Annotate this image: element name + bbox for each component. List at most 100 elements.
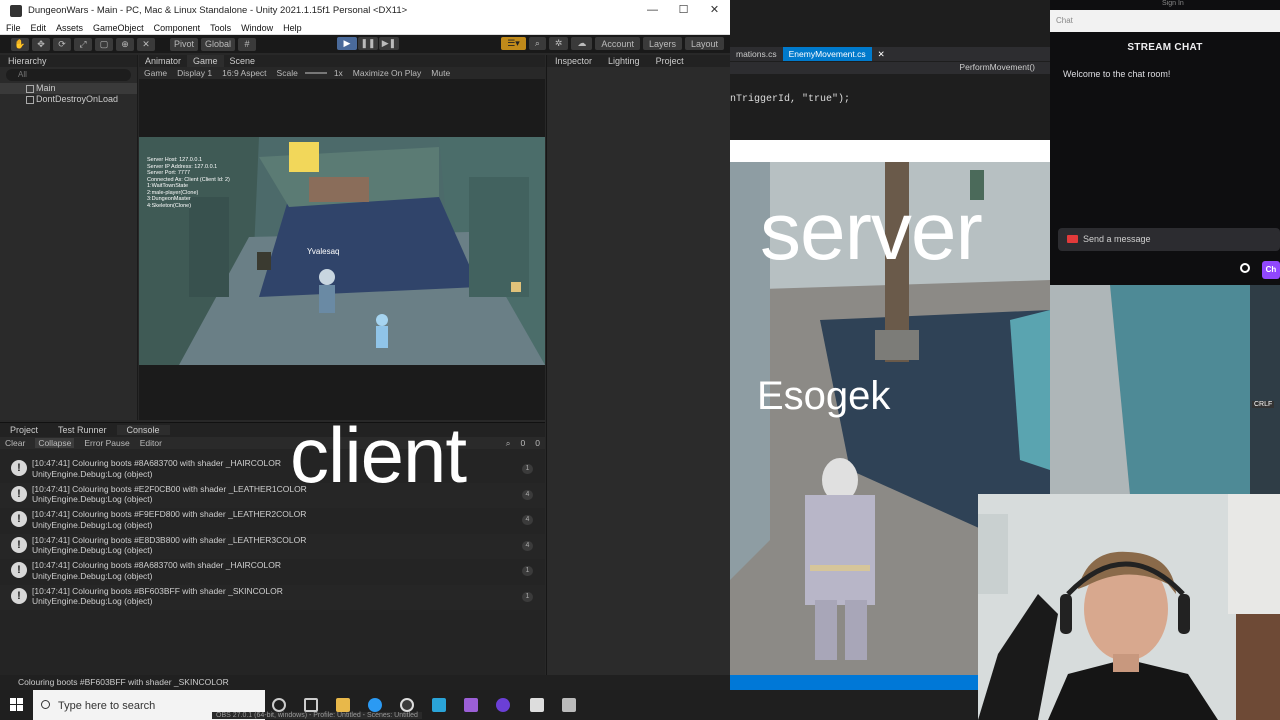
unity-taskbar-icon[interactable] — [530, 698, 544, 712]
obs-window-preview[interactable]: OBS 27.0.1 (64-bit, windows) - Profile: … — [212, 712, 422, 719]
console-search-icon[interactable]: ⌕ — [506, 438, 511, 449]
close-tab-icon[interactable]: ✕ — [872, 47, 891, 61]
mute-toggle[interactable]: Mute — [431, 68, 450, 78]
menu-window[interactable]: Window — [241, 23, 273, 33]
menu-component[interactable]: Component — [154, 23, 201, 33]
tab-console[interactable]: Console — [116, 425, 170, 435]
rotate-tool-icon[interactable]: ⟳ — [53, 37, 71, 51]
display-dropdown[interactable]: Display 1 — [177, 68, 212, 78]
hierarchy-item[interactable]: Main — [0, 83, 137, 94]
app-icon[interactable] — [496, 698, 510, 712]
windows-start-icon[interactable] — [10, 698, 24, 712]
search-icon — [41, 700, 50, 709]
visual-studio-icon[interactable] — [464, 698, 478, 712]
play-button[interactable]: ▶ — [337, 37, 357, 50]
menu-tools[interactable]: Tools — [210, 23, 231, 33]
log-stack: UnityEngine.Debug:Log (object) — [32, 494, 153, 504]
tab-project[interactable]: Project — [648, 55, 692, 67]
chat-message-input[interactable]: Send a message — [1058, 228, 1280, 251]
aspect-dropdown[interactable]: 16:9 Aspect — [222, 68, 266, 78]
scale-slider[interactable] — [304, 72, 327, 74]
store-icon[interactable] — [432, 698, 446, 712]
pause-button[interactable]: ❚❚ — [358, 37, 378, 50]
hierarchy-search[interactable]: All — [6, 69, 131, 81]
menu-help[interactable]: Help — [283, 23, 302, 33]
hierarchy-item[interactable]: DontDestroyOnLoad — [0, 94, 137, 105]
member-navigation[interactable]: PerformMovement() — [730, 62, 1050, 74]
chat-input-placeholder: Send a message — [1083, 234, 1151, 244]
line-ending-label[interactable]: CRLF — [1252, 401, 1275, 408]
pivot-toggle[interactable]: Pivot — [170, 37, 199, 51]
obs-icon[interactable] — [400, 698, 414, 712]
move-tool-icon[interactable]: ✥ — [32, 37, 50, 51]
editor-tab-active[interactable]: EnemyMovement.cs — [782, 47, 872, 61]
tab-animator[interactable]: Animator — [139, 55, 187, 67]
unity-hub-icon[interactable] — [562, 698, 576, 712]
maximize-button[interactable]: ☐ — [668, 0, 699, 21]
tab-hierarchy[interactable]: Hierarchy — [0, 55, 137, 67]
menu-assets[interactable]: Assets — [56, 23, 83, 33]
step-button[interactable]: ▶❚ — [379, 37, 399, 50]
log-message: [10:47:41] Colouring boots #8A683700 wit… — [32, 560, 282, 570]
sign-in-text[interactable]: Sign In — [1162, 0, 1184, 7]
server-player-nameplate: Esogek — [757, 374, 891, 418]
account-dropdown[interactable]: Account — [595, 37, 640, 50]
edge-browser-icon[interactable] — [368, 698, 382, 712]
status-bar[interactable]: Colouring boots #BF603BFF with shader _S… — [0, 675, 730, 690]
log-stack: UnityEngine.Debug:Log (object) — [32, 468, 153, 479]
menu-gameobject[interactable]: GameObject — [93, 23, 144, 33]
log-entry[interactable]: ! [10:47:41] Colouring boots #F9EFD800 wi… — [0, 508, 545, 534]
menu-file[interactable]: File — [6, 23, 21, 33]
game-view-dropdown[interactable]: Game — [144, 68, 167, 78]
tab-scene[interactable]: Scene — [224, 55, 262, 67]
transform-tool-icon[interactable]: ⊕ — [116, 37, 134, 51]
global-toggle[interactable]: Global — [201, 37, 236, 51]
file-explorer-icon[interactable] — [336, 698, 350, 712]
menu-edit[interactable]: Edit — [31, 23, 47, 33]
error-pause-toggle[interactable]: Error Pause — [84, 438, 129, 448]
layout-dropdown[interactable]: Layout — [684, 37, 724, 50]
tab-project-browser[interactable]: Project — [0, 425, 48, 435]
chat-send-button[interactable]: Ch — [1262, 261, 1280, 279]
warning-count[interactable]: 0 — [521, 438, 526, 448]
close-button[interactable]: ✕ — [699, 0, 730, 21]
game-viewport[interactable]: Server Host: 127.0.0.1 Server IP Address… — [139, 137, 545, 365]
tab-game[interactable]: Game — [187, 55, 224, 67]
minimize-button[interactable]: — — [637, 0, 668, 21]
gear-icon[interactable] — [1240, 263, 1250, 273]
custom-tool-icon[interactable]: ✕ — [137, 37, 155, 51]
member-dropdown[interactable]: PerformMovement() — [959, 62, 1035, 72]
error-count[interactable]: 0 — [535, 438, 540, 448]
browser-strip: Sign In — [1050, 0, 1280, 10]
collab-icon[interactable]: ☰▾ — [501, 37, 526, 50]
cortana-icon[interactable] — [272, 698, 286, 712]
grid-snap-icon[interactable]: # — [238, 37, 257, 51]
editor-status-strip — [730, 675, 978, 690]
scale-value: 1x — [333, 68, 343, 78]
log-message: [10:47:41] Colouring boots #F9EFD800 wit… — [32, 509, 307, 519]
hand-tool-icon[interactable]: ✋ — [11, 37, 29, 51]
editor-tab[interactable]: mations.cs — [730, 47, 783, 61]
editor-dropdown[interactable]: Editor — [140, 438, 162, 448]
log-entry[interactable]: ! [10:47:41] Colouring boots #8A683700 wi… — [0, 559, 545, 585]
scale-tool-icon[interactable]: ⤢ — [74, 37, 92, 51]
tab-test-runner[interactable]: Test Runner — [48, 425, 117, 435]
tab-lighting[interactable]: Lighting — [600, 55, 648, 67]
rect-tool-icon[interactable]: ▢ — [95, 37, 113, 51]
info-icon: ! — [11, 536, 27, 553]
server-overlay-text: server — [760, 186, 983, 277]
clear-button[interactable]: Clear — [5, 438, 25, 448]
task-view-icon[interactable] — [304, 698, 318, 712]
services-icon[interactable]: ✲ — [548, 37, 569, 50]
cloud-icon[interactable]: ☁ — [571, 37, 593, 50]
log-entry[interactable]: ! [10:47:41] Colouring boots #E8D3B800 wi… — [0, 533, 545, 559]
layers-dropdown[interactable]: Layers — [642, 37, 682, 50]
log-entry[interactable]: ! [10:47:41] Colouring boots #BF603BFF wi… — [0, 584, 545, 610]
code-line[interactable]: nTriggerId, "true"); — [730, 94, 850, 105]
maximize-on-play-toggle[interactable]: Maximize On Play — [353, 68, 422, 78]
tab-inspector[interactable]: Inspector — [547, 55, 600, 67]
search-icon[interactable]: ⌕ — [528, 37, 546, 50]
log-count: 1 — [522, 464, 533, 474]
collapse-toggle[interactable]: Collapse — [35, 438, 75, 448]
info-icon: ! — [11, 460, 27, 476]
